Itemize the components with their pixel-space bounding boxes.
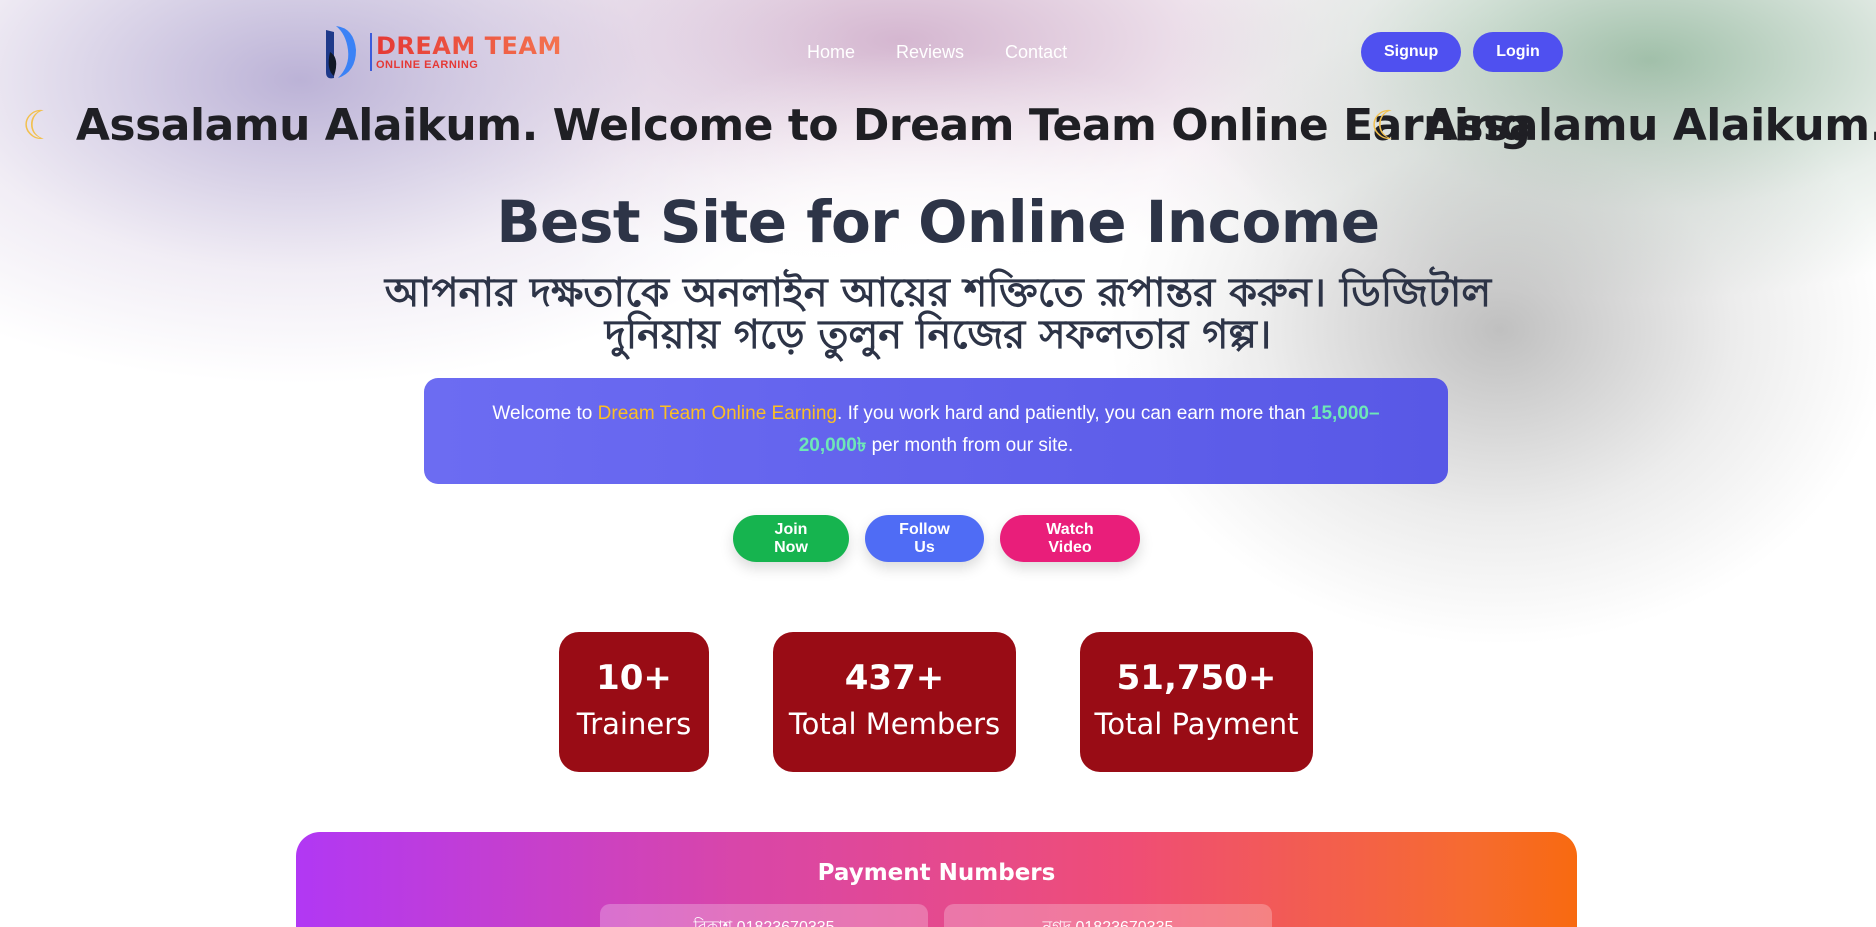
main-nav: Home Reviews Contact [807, 42, 1067, 63]
login-button[interactable]: Login [1473, 32, 1563, 72]
signup-button[interactable]: Signup [1361, 32, 1462, 72]
crescent-moon-icon: ☾ [1370, 103, 1406, 148]
stat-card-payment: 51,750+ Total Payment [1080, 632, 1313, 772]
watch-video-button[interactable]: Watch Video [1000, 515, 1140, 562]
logo-subtitle: ONLINE EARNING [376, 59, 479, 71]
logo-title: DREAM TEAM [376, 32, 562, 60]
hero-subtitle: আপনার দক্ষতাকে অনলাইন আয়ের শক্তিতে রূপা… [384, 270, 1492, 358]
payment-card-bkash[interactable]: বিকাশ 01823670335 [600, 904, 928, 927]
stat-value: 10+ [596, 658, 672, 698]
stat-value: 437+ [844, 658, 945, 698]
crescent-moon-icon: ☾ [22, 103, 58, 148]
stat-value: 51,750+ [1116, 658, 1277, 698]
nav-contact[interactable]: Contact [1005, 42, 1067, 63]
site-header: DREAM TEAM ONLINE EARNING Home Reviews C… [0, 20, 1876, 84]
info-prefix: Welcome to [492, 403, 598, 424]
marquee-text-repeat: Assalamu Alaikum. [1423, 100, 1876, 151]
nav-reviews[interactable]: Reviews [896, 42, 964, 63]
welcome-info-box: Welcome to Dream Team Online Earning. If… [424, 378, 1448, 484]
info-suffix: per month from our site. [866, 435, 1074, 456]
welcome-marquee: ☾ Assalamu Alaikum. Welcome to Dream Tea… [0, 100, 1876, 160]
follow-us-button[interactable]: Follow Us [865, 515, 984, 562]
payment-title: Payment Numbers [817, 860, 1056, 886]
payment-card-nagad[interactable]: নগদ 01823670335 [944, 904, 1272, 927]
auth-buttons: Signup Login [1361, 32, 1563, 72]
stat-card-members: 437+ Total Members [773, 632, 1016, 772]
logo-mark-icon [320, 22, 366, 82]
hero-title: Best Site for Online Income [496, 188, 1380, 256]
cta-buttons: Join Now Follow Us Watch Video [733, 515, 1140, 562]
info-middle: . If you work hard and patiently, you ca… [837, 403, 1311, 424]
stat-label: Trainers [576, 707, 692, 741]
stat-label: Total Payment [1094, 707, 1299, 741]
nav-home[interactable]: Home [807, 42, 855, 63]
site-logo[interactable]: DREAM TEAM ONLINE EARNING [320, 20, 562, 84]
join-now-button[interactable]: Join Now [733, 515, 849, 562]
payment-numbers-section: Payment Numbers বিকাশ 01823670335 নগদ 01… [296, 832, 1577, 927]
stat-label: Total Members [788, 707, 1001, 741]
info-brand: Dream Team Online Earning [597, 403, 838, 424]
marquee-text: Assalamu Alaikum. Welcome to Dream Team … [75, 100, 1531, 151]
stat-card-trainers: 10+ Trainers [559, 632, 709, 772]
